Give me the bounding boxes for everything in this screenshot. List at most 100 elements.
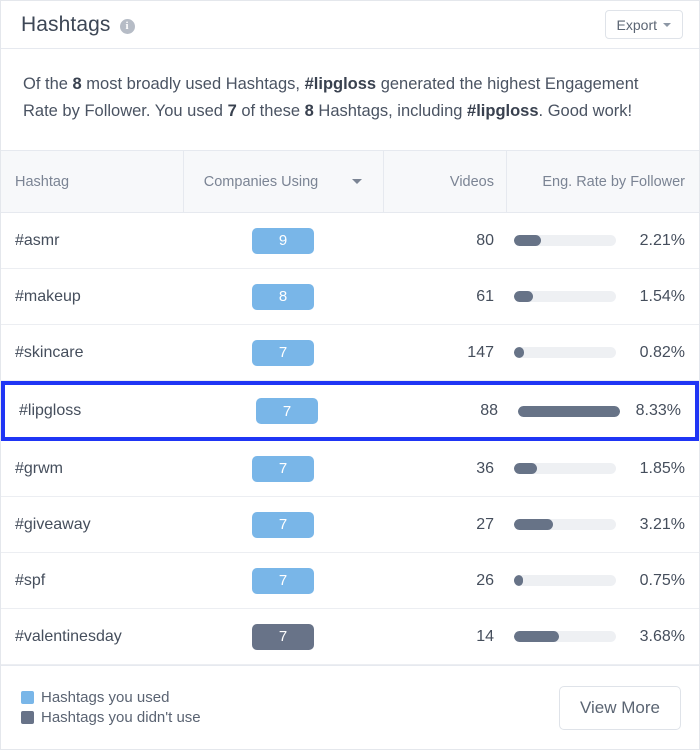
eng-rate-value: 1.54%: [640, 288, 685, 306]
column-divider-3: [506, 151, 507, 212]
eng-rate-bar-fill: [514, 631, 559, 642]
table-row[interactable]: #asmr 9 80 2.21%: [1, 213, 699, 269]
cell-eng-rate-value: 8.33%: [633, 402, 695, 420]
cell-hashtag: #skincare: [1, 344, 183, 362]
eng-rate-value: 0.75%: [640, 572, 685, 590]
table-row[interactable]: #makeup 8 61 1.54%: [1, 269, 699, 325]
table-row[interactable]: #giveaway 7 27 3.21%: [1, 497, 699, 553]
column-divider-2: [383, 151, 384, 212]
cell-companies-using: 7: [183, 624, 383, 650]
cell-hashtag: #grwm: [1, 460, 183, 478]
card-header: Hashtags i Export: [1, 1, 699, 49]
eng-rate-bar-track: [514, 347, 616, 358]
cell-eng-rate-value: 1.54%: [629, 288, 699, 306]
eng-rate-value: 3.68%: [640, 628, 685, 646]
companies-using-badge: 8: [252, 284, 314, 310]
eng-rate-bar-track: [514, 575, 616, 586]
cell-videos: 80: [383, 232, 506, 250]
column-header-hashtag[interactable]: Hashtag: [1, 151, 183, 213]
table-row[interactable]: #grwm7361.85%: [1, 441, 699, 497]
cell-videos: 88: [387, 402, 510, 420]
cell-eng-rate-value: 3.21%: [629, 516, 699, 534]
legend: Hashtags you used Hashtags you didn't us…: [21, 689, 201, 726]
cell-videos: 36: [383, 460, 506, 478]
cell-eng-rate-bar: [506, 631, 629, 642]
eng-rate-bar-fill: [518, 406, 620, 417]
cell-hashtag: #spf: [1, 572, 183, 590]
eng-rate-bar-fill: [514, 347, 524, 358]
videos-value: 80: [476, 232, 494, 250]
companies-using-badge: 7: [252, 340, 314, 366]
table-row[interactable]: #skincare71470.82%: [1, 325, 699, 381]
cell-videos: 14: [383, 628, 506, 646]
eng-rate-bar-fill: [514, 463, 537, 474]
cell-eng-rate-value: 3.68%: [629, 628, 699, 646]
hashtags-card: Hashtags i Export Of the 8 most broadly …: [0, 0, 700, 750]
cell-companies-using: 7: [183, 568, 383, 594]
table-row[interactable]: #spf7 26 0.75%: [1, 553, 699, 609]
eng-rate-bar-fill: [514, 575, 523, 586]
view-more-button[interactable]: View More: [559, 686, 681, 730]
eng-rate-bar-track: [514, 463, 616, 474]
cell-hashtag: #asmr: [1, 232, 183, 250]
cell-eng-rate-value: 2.21%: [629, 232, 699, 250]
hashtag-label: #valentinesday: [15, 628, 122, 646]
info-icon[interactable]: i: [120, 19, 135, 34]
export-button[interactable]: Export: [605, 10, 683, 39]
summary-part-5: Hashtags, including: [314, 102, 467, 120]
summary-top-hashtag: #lipgloss: [305, 75, 377, 93]
card-footer: Hashtags you used Hashtags you didn't us…: [1, 665, 699, 749]
column-header-eng-rate[interactable]: Eng. Rate by Follower: [506, 151, 699, 213]
cell-eng-rate-bar: [506, 463, 629, 474]
eng-rate-bar-track: [518, 406, 620, 417]
companies-using-badge: 9: [252, 228, 314, 254]
cell-eng-rate-bar: [506, 235, 629, 246]
page-title: Hashtags: [21, 13, 111, 37]
summary-total-count-2: 8: [305, 102, 314, 120]
cell-companies-using: 7: [187, 398, 387, 424]
cell-eng-rate-value: 0.82%: [629, 344, 699, 362]
column-header-hashtag-label: Hashtag: [15, 174, 69, 190]
hashtag-label: #grwm: [15, 460, 63, 478]
eng-rate-value: 2.21%: [640, 232, 685, 250]
cell-eng-rate-bar: [506, 291, 629, 302]
column-header-videos-label: Videos: [450, 174, 494, 190]
companies-using-badge: 7: [252, 624, 314, 650]
hashtag-label: #giveaway: [15, 516, 91, 534]
hashtag-label: #asmr: [15, 232, 59, 250]
eng-rate-bar-fill: [514, 519, 553, 530]
videos-value: 27: [476, 516, 494, 534]
column-header-companies-using[interactable]: Companies Using: [183, 151, 383, 213]
videos-value: 26: [476, 572, 494, 590]
companies-using-badge: 7: [256, 398, 318, 424]
hashtag-label: #lipgloss: [19, 402, 81, 420]
summary-total-count: 8: [73, 75, 82, 93]
legend-item-not-used: Hashtags you didn't use: [21, 709, 201, 726]
summary-part-4: of these: [237, 102, 305, 120]
companies-using-badge: 7: [252, 512, 314, 538]
cell-hashtag: #lipgloss: [5, 402, 187, 420]
legend-label-used: Hashtags you used: [41, 689, 169, 706]
summary-used-count: 7: [228, 102, 237, 120]
companies-using-badge: 7: [252, 456, 314, 482]
table-row[interactable]: #valentinesday 7 14 3.68%: [1, 609, 699, 665]
export-button-label: Export: [617, 17, 657, 33]
videos-value: 14: [476, 628, 494, 646]
table-row[interactable]: #lipgloss 7 88 8.33%: [1, 381, 699, 441]
cell-eng-rate-bar: [506, 575, 629, 586]
column-header-videos[interactable]: Videos: [383, 151, 506, 213]
videos-value: 61: [476, 288, 494, 306]
eng-rate-bar-track: [514, 235, 616, 246]
cell-videos: 61: [383, 288, 506, 306]
eng-rate-value: 0.82%: [640, 344, 685, 362]
hashtag-label: #makeup: [15, 288, 81, 306]
eng-rate-bar-track: [514, 519, 616, 530]
cell-hashtag: #valentinesday: [1, 628, 183, 646]
cell-eng-rate-value: 0.75%: [629, 572, 699, 590]
hashtag-label: #skincare: [15, 344, 83, 362]
legend-item-used: Hashtags you used: [21, 689, 201, 706]
sort-descending-icon[interactable]: [352, 179, 362, 184]
table-header-row: Hashtag Companies Using Videos Eng. Rate…: [1, 151, 699, 213]
summary-part-6: . Good work!: [539, 102, 633, 120]
cell-companies-using: 7: [183, 340, 383, 366]
